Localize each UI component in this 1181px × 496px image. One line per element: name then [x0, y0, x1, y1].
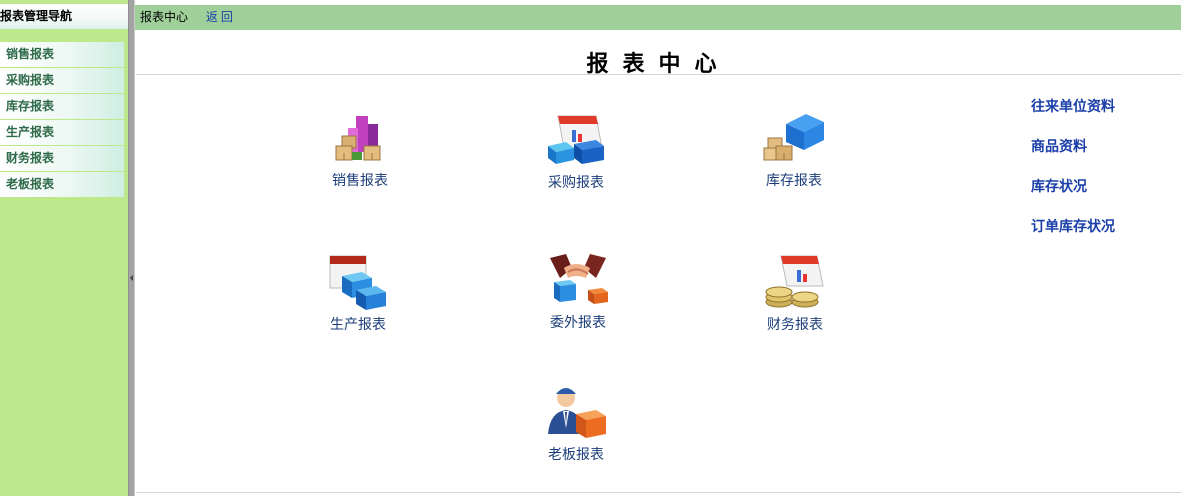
- report-outsourcing-label: 委外报表: [550, 315, 606, 331]
- sidebar-item-purchase-report[interactable]: 采购报表: [0, 68, 124, 94]
- bottom-divider: [136, 492, 1181, 493]
- sidebar-item-boss-report[interactable]: 老板报表: [0, 172, 124, 198]
- outsourcing-handshake-icon: [550, 254, 608, 304]
- report-purchase-label: 采购报表: [548, 175, 604, 191]
- report-finance[interactable]: 财务报表: [740, 254, 850, 334]
- report-sales[interactable]: 销售报表: [305, 110, 415, 190]
- report-purchase[interactable]: 采购报表: [521, 112, 631, 192]
- finance-coins-calendar-icon: [765, 255, 824, 308]
- sidebar-item-inventory-report[interactable]: 库存报表: [0, 94, 124, 120]
- sidebar: 报表管理导航 销售报表 采购报表 库存报表 生产报表 财务报表 老板报表: [0, 0, 128, 496]
- production-calendar-boxes-icon: [329, 255, 386, 310]
- link-inventory-status[interactable]: 库存状况: [1031, 176, 1087, 196]
- report-inventory-label: 库存报表: [766, 173, 822, 189]
- sidebar-splitter[interactable]: [128, 0, 135, 496]
- report-boss[interactable]: 老板报表: [521, 384, 631, 464]
- back-link[interactable]: 返回: [206, 10, 236, 24]
- breadcrumb-title: 报表中心: [140, 10, 189, 24]
- report-production-label: 生产报表: [330, 317, 386, 333]
- title-divider: [136, 74, 1181, 75]
- report-outsourcing[interactable]: 委外报表: [523, 252, 633, 332]
- link-product-info[interactable]: 商品资料: [1031, 136, 1087, 156]
- sidebar-item-finance-report[interactable]: 财务报表: [0, 146, 124, 172]
- report-production[interactable]: 生产报表: [303, 254, 413, 334]
- boss-person-box-icon: [548, 388, 606, 438]
- breadcrumb-bar: 报表中心 返回: [135, 5, 1181, 30]
- collapse-arrow-icon[interactable]: [130, 275, 133, 281]
- link-order-inventory-status[interactable]: 订单库存状况: [1031, 216, 1115, 236]
- sidebar-item-sales-report[interactable]: 销售报表: [0, 42, 124, 68]
- top-border: [0, 0, 1181, 4]
- report-inventory[interactable]: 库存报表: [739, 110, 849, 190]
- sales-boxes-chart-icon: [335, 116, 381, 161]
- inventory-warehouse-icon: [763, 114, 824, 161]
- report-boss-label: 老板报表: [548, 447, 604, 463]
- report-finance-label: 财务报表: [767, 317, 823, 333]
- report-sales-label: 销售报表: [332, 173, 388, 189]
- report-center-panel: 报表中心 销售报表 采购报表 库存报表 生产报表 委外报表 财务报表 老板报表 …: [136, 32, 1181, 496]
- sidebar-title: 报表管理导航: [0, 4, 128, 29]
- purchase-calendar-boxes-icon: [548, 115, 604, 164]
- sidebar-nav: 销售报表 采购报表 库存报表 生产报表 财务报表 老板报表: [0, 42, 124, 198]
- sidebar-item-production-report[interactable]: 生产报表: [0, 120, 124, 146]
- link-contact-units[interactable]: 往来单位资料: [1031, 96, 1115, 116]
